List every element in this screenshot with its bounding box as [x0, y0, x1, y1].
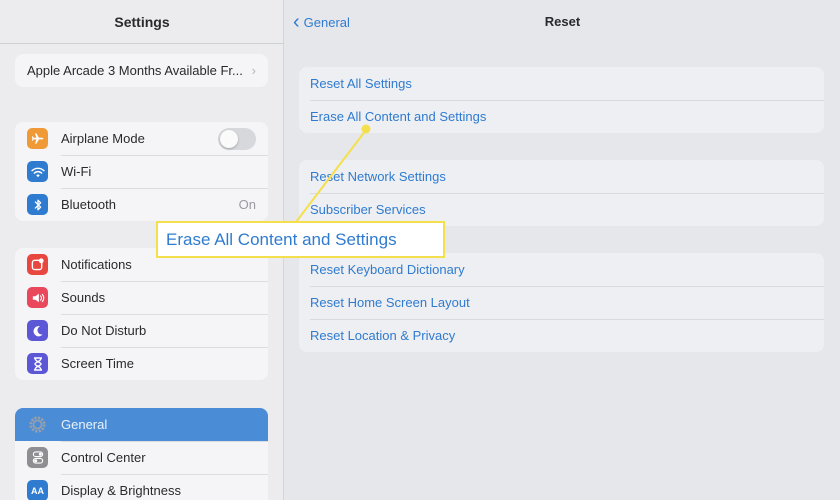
hourglass-icon [27, 353, 48, 374]
control-center-icon [27, 447, 48, 468]
sidebar-item-label: Sounds [61, 290, 106, 305]
reset-network-settings-button[interactable]: Reset Network Settings [299, 160, 824, 193]
general-group: General Control Center AA Display & Brig… [15, 408, 268, 500]
erase-all-content-button[interactable]: Erase All Content and Settings [299, 100, 824, 133]
sidebar-header-divider [0, 43, 284, 44]
sidebar-item-sounds[interactable]: Sounds [15, 281, 268, 314]
gear-icon [27, 414, 48, 435]
sidebar-item-label: Control Center [61, 450, 146, 465]
sidebar-item-do-not-disturb[interactable]: Do Not Disturb [15, 314, 268, 347]
apple-arcade-promo[interactable]: Apple Arcade 3 Months Available Fr... › [15, 54, 268, 87]
sidebar-title: Settings [114, 14, 170, 30]
reset-group-3: Reset Keyboard Dictionary Reset Home Scr… [299, 253, 824, 352]
erase-all-content-callout: Erase All Content and Settings [156, 221, 445, 258]
page-title: Reset [544, 14, 581, 29]
airplane-icon [27, 128, 48, 149]
sidebar-item-control-center[interactable]: Control Center [15, 441, 268, 474]
sidebar-item-label: Do Not Disturb [61, 323, 147, 338]
display-icon: AA [27, 480, 48, 500]
promo-group: Apple Arcade 3 Months Available Fr... › [15, 54, 268, 87]
wifi-icon [27, 161, 48, 182]
sidebar-item-label: Airplane Mode [61, 131, 145, 146]
reset-location-privacy-button[interactable]: Reset Location & Privacy [299, 319, 824, 352]
sidebar-item-wifi[interactable]: Wi-Fi [15, 155, 268, 188]
sidebar-item-label: Screen Time [61, 356, 134, 371]
bluetooth-status: On [238, 197, 256, 212]
sidebar-item-label: General [61, 417, 108, 432]
bluetooth-icon [27, 194, 48, 215]
sidebar-item-bluetooth[interactable]: Bluetooth On [15, 188, 268, 221]
sidebar-item-airplane-mode[interactable]: Airplane Mode [15, 122, 268, 155]
reset-all-settings-button[interactable]: Reset All Settings [299, 67, 824, 100]
notifications-group: Notifications Sounds Do Not Disturb Scre… [15, 248, 268, 380]
chevron-right-icon: › [251, 63, 256, 78]
sidebar-item-display-brightness[interactable]: AA Display & Brightness [15, 474, 268, 500]
sounds-icon [27, 287, 48, 308]
sidebar-item-screen-time[interactable]: Screen Time [15, 347, 268, 380]
navigation-bar: ‹ General Reset [285, 0, 840, 44]
reset-home-screen-layout-button[interactable]: Reset Home Screen Layout [299, 286, 824, 319]
reset-group-1: Reset All Settings Erase All Content and… [299, 67, 824, 133]
promo-label: Apple Arcade 3 Months Available Fr... [27, 63, 243, 78]
sidebar-item-label: Bluetooth [61, 197, 116, 212]
connectivity-group: Airplane Mode Wi-Fi Bluetooth On [15, 122, 268, 221]
reset-group-2: Reset Network Settings Subscriber Servic… [299, 160, 824, 226]
sidebar-item-general[interactable]: General [15, 408, 268, 441]
notifications-icon [27, 254, 48, 275]
sidebar-item-label: Wi-Fi [61, 164, 92, 179]
sidebar-item-label: Display & Brightness [61, 483, 181, 498]
moon-icon [27, 320, 48, 341]
sidebar-item-label: Notifications [61, 257, 132, 272]
airplane-mode-toggle[interactable] [218, 127, 256, 150]
